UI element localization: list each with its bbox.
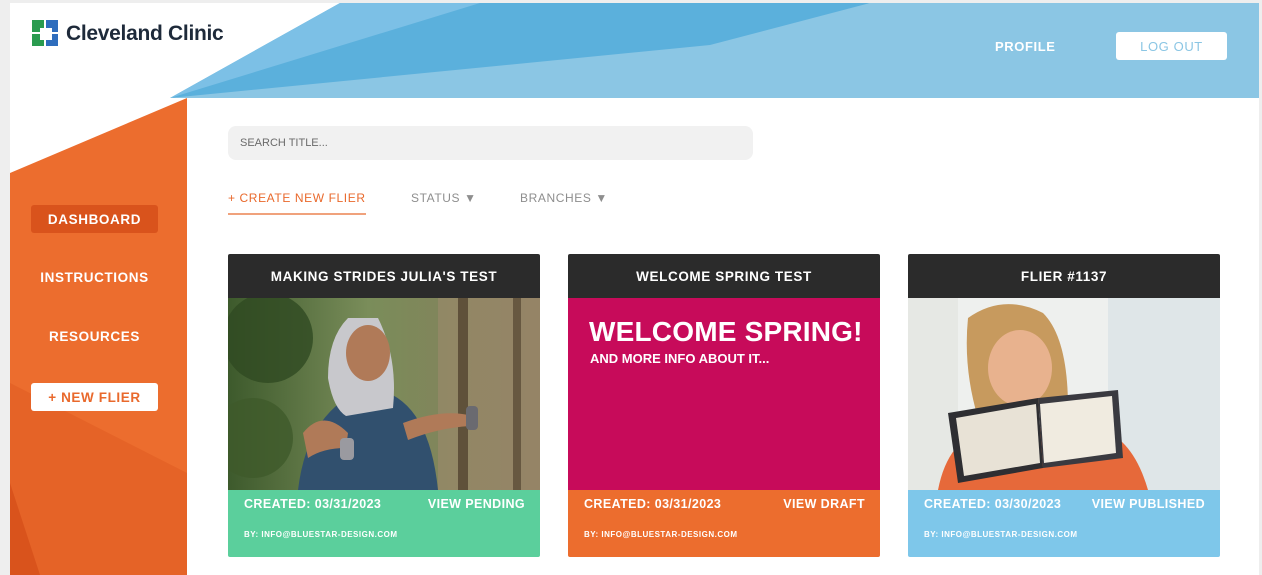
card-image-welcome-spring: WELCOME SPRING! AND MORE INFO ABOUT IT..… <box>568 298 880 490</box>
card-footer: CREATED: 03/31/2023 VIEW PENDING BY: INF… <box>228 490 540 557</box>
flier-card[interactable]: FLIER #1137 CREATED: 03/30/2023 VIEW PUB… <box>908 254 1220 557</box>
search-input[interactable] <box>228 126 753 160</box>
cleveland-clinic-logo[interactable]: Cleveland Clinic <box>32 20 224 48</box>
app-window: Cleveland Clinic PROFILE LOG OUT DASHBOA… <box>10 3 1259 575</box>
view-draft-link[interactable]: VIEW DRAFT <box>783 497 865 511</box>
card-author: BY: INFO@BLUESTAR-DESIGN.COM <box>924 530 1078 539</box>
sidebar-item-instructions[interactable]: INSTRUCTIONS <box>31 263 158 291</box>
card-footer: CREATED: 03/31/2023 VIEW DRAFT BY: INFO@… <box>568 490 880 557</box>
flier-card[interactable]: MAKING STRIDES JULIA'S TEST CREATED: 03/… <box>228 254 540 557</box>
header-banner <box>170 3 1259 98</box>
cleveland-clinic-logo-icon <box>32 20 60 48</box>
card-author: BY: INFO@BLUESTAR-DESIGN.COM <box>244 530 398 539</box>
profile-link[interactable]: PROFILE <box>995 39 1056 54</box>
card-title: MAKING STRIDES JULIA'S TEST <box>228 254 540 298</box>
view-published-link[interactable]: VIEW PUBLISHED <box>1092 497 1205 511</box>
branches-dropdown[interactable]: BRANCHES ▼ <box>520 191 608 205</box>
card-title: WELCOME SPRING TEST <box>568 254 880 298</box>
sidebar-item-dashboard[interactable]: DASHBOARD <box>31 205 158 233</box>
new-flier-button[interactable]: + NEW FLIER <box>31 383 158 411</box>
flier-subheadline: AND MORE INFO ABOUT IT... <box>590 351 770 366</box>
card-created-date: CREATED: 03/31/2023 <box>244 497 382 511</box>
flier-card[interactable]: WELCOME SPRING TEST WELCOME SPRING! AND … <box>568 254 880 557</box>
sidebar-item-resources[interactable]: RESOURCES <box>31 322 158 350</box>
logout-button[interactable]: LOG OUT <box>1116 32 1227 60</box>
view-pending-link[interactable]: VIEW PENDING <box>428 497 525 511</box>
status-dropdown[interactable]: STATUS ▼ <box>411 191 477 205</box>
flier-headline: WELCOME SPRING! <box>589 316 863 347</box>
card-image-woman-reading <box>908 298 1220 490</box>
card-title: FLIER #1137 <box>908 254 1220 298</box>
card-footer: CREATED: 03/30/2023 VIEW PUBLISHED BY: I… <box>908 490 1220 557</box>
card-author: BY: INFO@BLUESTAR-DESIGN.COM <box>584 530 738 539</box>
brand-name: Cleveland Clinic <box>66 22 224 45</box>
create-new-flier-tab[interactable]: + CREATE NEW FLIER <box>228 191 366 215</box>
card-created-date: CREATED: 03/31/2023 <box>584 497 722 511</box>
card-image-woman-exercising <box>228 298 540 490</box>
card-created-date: CREATED: 03/30/2023 <box>924 497 1062 511</box>
